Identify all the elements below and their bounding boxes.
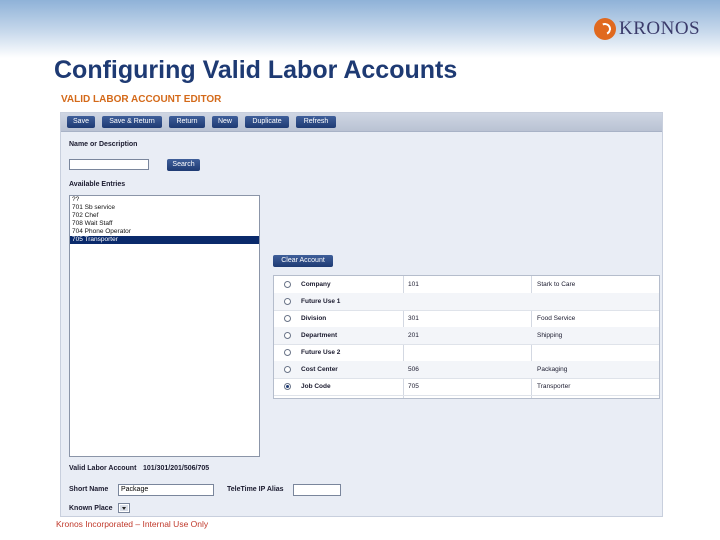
level-radio[interactable] bbox=[284, 298, 291, 305]
editor-title: VALID LABOR ACCOUNT EDITOR bbox=[61, 94, 222, 105]
level-name: Cost Center bbox=[301, 366, 338, 373]
list-item[interactable]: ?? bbox=[70, 196, 259, 204]
chevron-down-icon bbox=[120, 505, 128, 511]
level-desc: Shipping bbox=[537, 332, 563, 339]
level-desc: Packaging bbox=[537, 366, 568, 373]
save-button[interactable]: Save bbox=[67, 116, 95, 128]
level-radio[interactable] bbox=[284, 366, 291, 373]
level-name: Department bbox=[301, 332, 338, 339]
level-name: Company bbox=[301, 281, 331, 288]
return-button[interactable]: Return bbox=[169, 116, 205, 128]
level-radio[interactable] bbox=[284, 349, 291, 356]
search-input[interactable] bbox=[69, 159, 149, 170]
level-code: 301 bbox=[408, 315, 419, 322]
level-desc: Stark to Care bbox=[537, 281, 576, 288]
level-radio[interactable] bbox=[284, 315, 291, 322]
table-row[interactable]: Company 101 Stark to Care bbox=[274, 276, 659, 294]
table-row[interactable]: Department 201 Shipping bbox=[274, 327, 659, 345]
known-place-select[interactable] bbox=[118, 503, 130, 513]
save-return-button[interactable]: Save & Return bbox=[102, 116, 162, 128]
search-label: Name or Description bbox=[69, 141, 138, 148]
search-button[interactable]: Search bbox=[167, 159, 200, 171]
duplicate-button[interactable]: Duplicate bbox=[245, 116, 289, 128]
short-name-input[interactable]: Package bbox=[118, 484, 214, 496]
level-radio-selected[interactable] bbox=[284, 383, 291, 390]
list-item-selected[interactable]: 705 Transporter bbox=[70, 236, 259, 244]
toolbar: Save Save & Return Return New Duplicate … bbox=[61, 113, 662, 132]
table-row[interactable]: Job Code 705 Transporter bbox=[274, 378, 659, 396]
list-item[interactable]: 704 Phone Operator bbox=[70, 228, 259, 236]
editor-panel: Save Save & Return Return New Duplicate … bbox=[60, 112, 663, 517]
short-name-label: Short Name bbox=[69, 486, 109, 493]
logo-text: KRONOS bbox=[619, 18, 701, 39]
labor-levels-grid: Company 101 Stark to Care Future Use 1 D… bbox=[273, 275, 660, 399]
known-place-label: Known Place bbox=[69, 505, 113, 512]
kronos-logo-icon bbox=[594, 18, 616, 40]
level-name: Future Use 2 bbox=[301, 349, 341, 356]
level-radio[interactable] bbox=[284, 281, 291, 288]
level-name: Job Code bbox=[301, 383, 331, 390]
level-code: 201 bbox=[408, 332, 419, 339]
new-button[interactable]: New bbox=[212, 116, 238, 128]
level-code: 506 bbox=[408, 366, 419, 373]
level-code: 101 bbox=[408, 281, 419, 288]
level-desc: Food Service bbox=[537, 315, 576, 322]
table-row[interactable]: Division 301 Food Service bbox=[274, 310, 659, 328]
table-row[interactable]: Cost Center 506 Packaging bbox=[274, 361, 659, 379]
valid-labor-account-label: Valid Labor Account bbox=[69, 465, 137, 472]
footer-text: Kronos Incorporated – Internal Use Only bbox=[56, 519, 209, 529]
refresh-button[interactable]: Refresh bbox=[296, 116, 336, 128]
level-desc: Transporter bbox=[537, 383, 571, 390]
list-item[interactable]: 701 Sb service bbox=[70, 204, 259, 212]
list-item[interactable]: 708 Wait Staff bbox=[70, 220, 259, 228]
kronos-logo: KRONOS bbox=[594, 16, 700, 42]
available-entries-label: Available Entries bbox=[69, 181, 126, 188]
teletime-input[interactable] bbox=[293, 484, 341, 496]
slide-title: Configuring Valid Labor Accounts bbox=[54, 56, 458, 84]
list-item[interactable]: 702 Chef bbox=[70, 212, 259, 220]
valid-labor-account-value: 101/301/201/506/705 bbox=[143, 465, 210, 472]
level-name: Division bbox=[301, 315, 327, 322]
level-radio[interactable] bbox=[284, 332, 291, 339]
level-name: Future Use 1 bbox=[301, 298, 341, 305]
table-row[interactable]: Future Use 1 bbox=[274, 293, 659, 311]
available-entries-list[interactable]: ?? 701 Sb service 702 Chef 708 Wait Staf… bbox=[69, 195, 260, 457]
level-code: 705 bbox=[408, 383, 419, 390]
clear-account-button[interactable]: Clear Account bbox=[273, 255, 333, 267]
teletime-label: TeleTime IP Alias bbox=[227, 486, 284, 493]
table-row[interactable]: Future Use 2 bbox=[274, 344, 659, 362]
